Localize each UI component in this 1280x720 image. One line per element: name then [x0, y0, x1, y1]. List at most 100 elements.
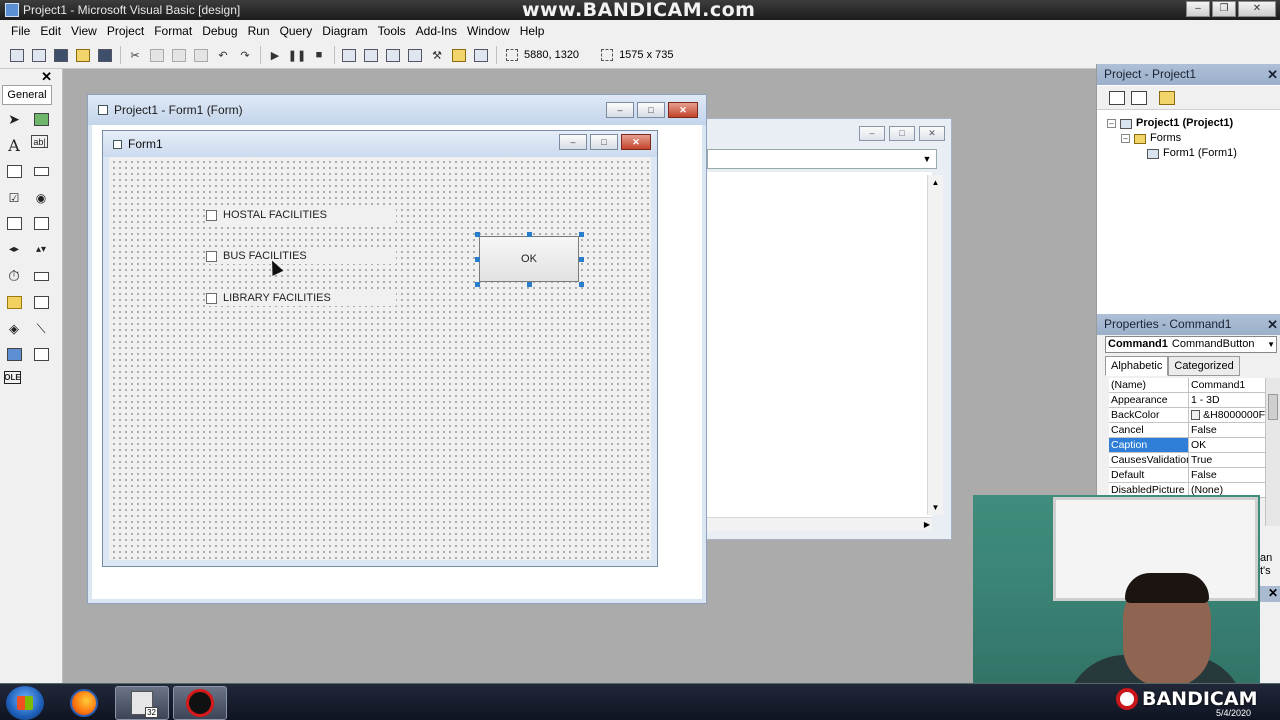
project-explorer-close-icon[interactable]: ✕	[1267, 64, 1278, 85]
properties-close-icon[interactable]: ✕	[1267, 314, 1278, 335]
property-row[interactable]: CausesValidation True	[1109, 453, 1265, 468]
checkbox-library[interactable]: LIBRARY FACILITIES	[206, 290, 396, 306]
property-row-selected[interactable]: Caption OK	[1109, 438, 1265, 453]
selection-handle[interactable]	[527, 232, 532, 237]
copy-icon[interactable]	[148, 46, 166, 64]
listbox-icon[interactable]	[31, 214, 51, 234]
frame-icon[interactable]	[4, 161, 24, 181]
menu-add-ins[interactable]: Add-Ins	[411, 24, 462, 38]
object-browser-icon[interactable]	[406, 46, 424, 64]
taskbar-visual-basic[interactable]: 32	[115, 686, 169, 720]
selection-handle[interactable]	[527, 282, 532, 287]
redo-icon[interactable]: ↷	[236, 46, 254, 64]
checkbox-square[interactable]	[206, 292, 217, 304]
checkbox-hostal[interactable]: HOSTAL FACILITIES	[206, 207, 396, 223]
data-icon[interactable]	[31, 345, 51, 365]
label-icon[interactable]: A	[4, 135, 24, 155]
object-selector[interactable]: Command1 CommandButton ▼	[1105, 336, 1277, 353]
image-icon[interactable]	[4, 345, 24, 365]
menu-view[interactable]: View	[66, 24, 102, 38]
menu-file[interactable]: File	[6, 24, 35, 38]
toolbox-icon[interactable]: ⚒	[428, 46, 446, 64]
menu-window[interactable]: Window	[462, 24, 515, 38]
tree-node-project[interactable]: – Project1 (Project1)	[1107, 116, 1237, 131]
line-icon[interactable]: ⟍	[31, 319, 51, 339]
form1[interactable]: Form1 – □ ✕ HOSTAL FACILITIES BUS FACILI…	[102, 130, 658, 567]
textbox-icon[interactable]: ab|	[31, 135, 48, 149]
vscrollbar-icon[interactable]: ▴▾	[31, 240, 51, 260]
start-button[interactable]	[6, 686, 44, 720]
menu-tools[interactable]: Tools	[373, 24, 411, 38]
find-icon[interactable]	[192, 46, 210, 64]
property-value[interactable]: Command1	[1189, 378, 1265, 392]
ok-button[interactable]: OK	[479, 236, 579, 282]
form1-minimize-button[interactable]: –	[559, 134, 587, 150]
selection-handle[interactable]	[579, 282, 584, 287]
paste-icon[interactable]	[170, 46, 188, 64]
form-layout-close-icon[interactable]: ✕	[1268, 586, 1278, 600]
form-designer-window[interactable]: Project1 - Form1 (Form) – □ ✕ Form1 – □ …	[87, 94, 707, 604]
component-manager-icon[interactable]	[472, 46, 490, 64]
collapse-icon[interactable]: –	[1121, 134, 1130, 143]
taskbar-firefox[interactable]	[57, 686, 111, 720]
menu-project[interactable]: Project	[102, 24, 149, 38]
end-icon[interactable]: ■	[310, 46, 328, 64]
selection-handle[interactable]	[579, 232, 584, 237]
tree-node-forms[interactable]: – Forms	[1107, 131, 1237, 146]
property-row[interactable]: Appearance 1 - 3D	[1109, 393, 1265, 408]
property-row[interactable]: BackColor &H8000000F	[1109, 408, 1265, 423]
toolbox-close-icon[interactable]: ✕	[41, 69, 52, 85]
minimize-button[interactable]: –	[1186, 1, 1210, 17]
property-value[interactable]: OK	[1189, 438, 1265, 452]
close-button[interactable]: ✕	[1238, 1, 1276, 17]
scroll-right-icon[interactable]: ▶	[924, 518, 930, 532]
code-vertical-scrollbar[interactable]: ▲ ▼	[927, 175, 943, 515]
cut-icon[interactable]: ✂	[126, 46, 144, 64]
save-project-icon[interactable]	[96, 46, 114, 64]
hscrollbar-icon[interactable]: ◂▸	[4, 240, 24, 260]
menu-format[interactable]: Format	[149, 24, 197, 38]
timer-icon[interactable]: ⏱	[4, 266, 24, 286]
menu-diagram[interactable]: Diagram	[317, 24, 372, 38]
code-window[interactable]: – □ ✕ ▼ ▲ ▼ ▶	[706, 118, 952, 540]
start-icon[interactable]: ▶	[266, 46, 284, 64]
property-value[interactable]: True	[1189, 453, 1265, 467]
procedure-combo[interactable]: ▼	[707, 149, 937, 169]
ole-icon[interactable]: OLE	[4, 370, 21, 384]
checkbox-icon[interactable]: ☑	[4, 188, 24, 208]
break-icon[interactable]: ❚❚	[288, 46, 306, 64]
view-object-icon[interactable]	[1131, 90, 1147, 105]
taskbar-bandicam[interactable]	[173, 686, 227, 720]
picturebox-icon[interactable]	[31, 109, 51, 129]
view-code-icon[interactable]	[1109, 90, 1125, 105]
menu-editor-icon[interactable]	[52, 46, 70, 64]
project-explorer-icon[interactable]	[340, 46, 358, 64]
scroll-down-icon[interactable]: ▼	[928, 500, 943, 515]
selection-handle[interactable]	[475, 232, 480, 237]
form1-maximize-button[interactable]: □	[590, 134, 618, 150]
code-editor[interactable]	[707, 172, 932, 527]
property-row[interactable]: Cancel False	[1109, 423, 1265, 438]
restore-button[interactable]: ❐	[1212, 1, 1236, 17]
commandbutton-icon[interactable]	[31, 161, 51, 181]
code-minimize-button[interactable]: –	[859, 126, 885, 141]
property-row[interactable]: (Name) Command1	[1109, 378, 1265, 393]
selection-handle[interactable]	[475, 257, 480, 262]
toolbox-general-tab[interactable]: General	[2, 85, 52, 105]
menu-help[interactable]: Help	[515, 24, 550, 38]
menu-query[interactable]: Query	[275, 24, 318, 38]
menu-debug[interactable]: Debug	[197, 24, 242, 38]
pointer-icon[interactable]: ➤	[4, 109, 24, 129]
combobox-icon[interactable]	[4, 214, 24, 234]
tab-categorized[interactable]: Categorized	[1168, 356, 1240, 376]
form-layout-icon[interactable]	[384, 46, 402, 64]
add-project-icon[interactable]	[8, 46, 26, 64]
shape-icon[interactable]: ◈	[4, 319, 24, 339]
code-horizontal-scrollbar[interactable]: ▶	[707, 517, 932, 531]
toggle-folders-icon[interactable]	[1159, 90, 1175, 105]
properties-window-icon[interactable]	[362, 46, 380, 64]
optionbutton-icon[interactable]: ◉	[31, 188, 51, 208]
checkbox-square[interactable]	[206, 250, 217, 262]
scroll-up-icon[interactable]: ▲	[928, 175, 943, 190]
checkbox-square[interactable]	[206, 209, 217, 221]
